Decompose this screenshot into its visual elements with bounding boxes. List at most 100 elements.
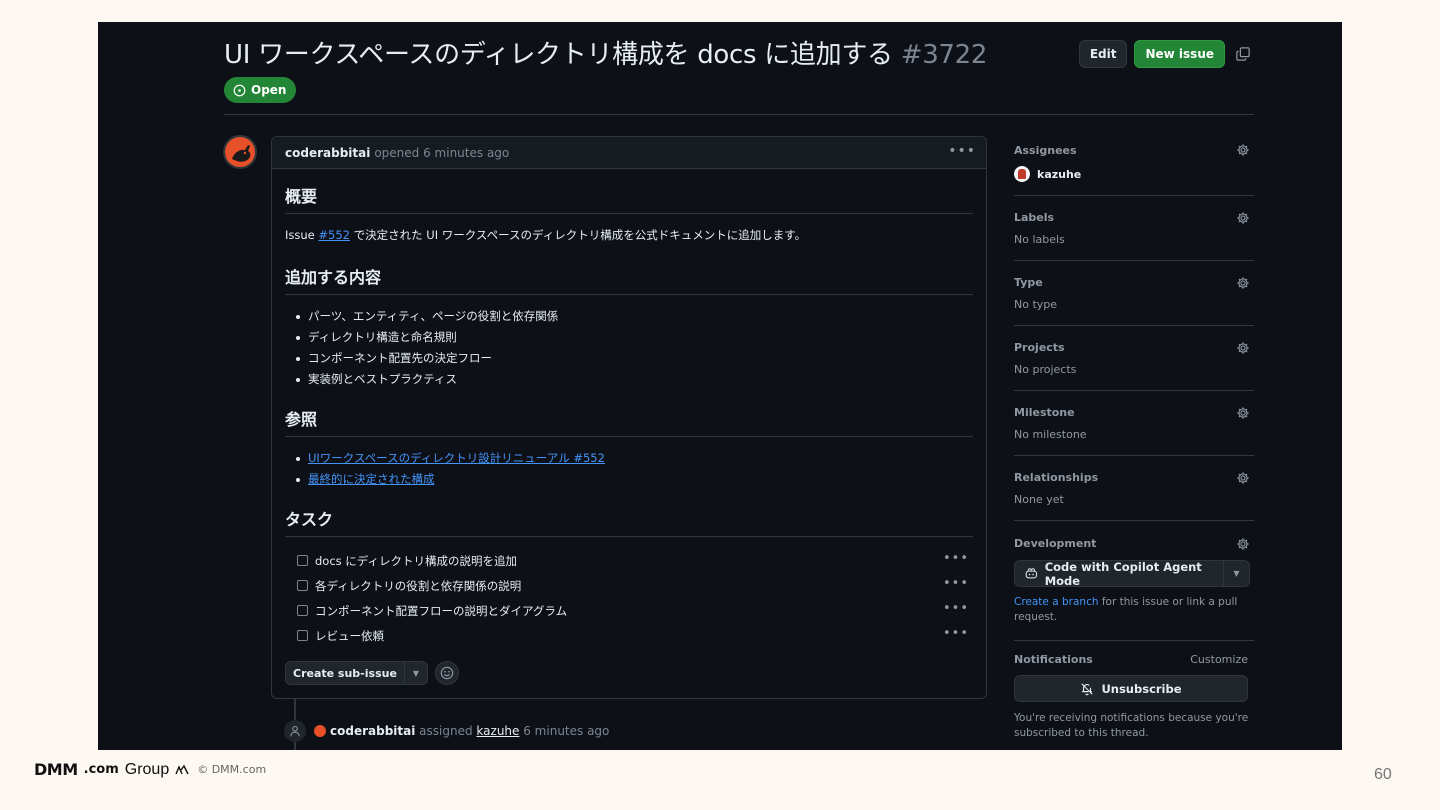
assignees-label: Assignees	[1014, 144, 1077, 157]
projects-label: Projects	[1014, 341, 1065, 354]
bell-slash-icon	[1081, 682, 1094, 695]
projects-value: No projects	[1014, 363, 1077, 376]
development-note: Create a branch for this issue or link a…	[1014, 595, 1254, 625]
list-item: 実装例とベストプラクティス	[285, 369, 973, 390]
issue-header: UI ワークスペースのディレクトリ構成を docs に追加する #3722 Ed…	[224, 38, 1254, 78]
copy-link-icon[interactable]	[1232, 43, 1254, 65]
summary-paragraph: Issue #552 で決定された UI ワークスペースのディレクトリ構成を公式…	[285, 227, 973, 243]
issue-title-text: UI ワークスペースのディレクトリ構成を docs に追加する	[224, 40, 893, 70]
reference-link-final[interactable]: 最終的に決定された構成	[308, 472, 435, 486]
reference-list: UIワークスペースのディレクトリ設計リニューアル #552 最終的に決定された構…	[285, 448, 973, 490]
summary-heading: 概要	[285, 183, 973, 214]
type-label: Type	[1014, 276, 1043, 289]
sidebar-development: Development Code with Copilot Agent Mode…	[1014, 521, 1254, 641]
summary-suffix: で決定された UI ワークスペースのディレクトリ構成を公式ドキュメントに追加しま…	[350, 228, 807, 242]
person-icon	[284, 720, 306, 742]
comment-actions: Create sub-issue ▼	[285, 661, 459, 685]
copilot-split-button: Code with Copilot Agent Mode ▼	[1014, 559, 1250, 588]
task-item: docs にディレクトリ構成の説明を追加 •••	[285, 548, 973, 573]
create-sub-issue-split-button: Create sub-issue ▼	[285, 661, 428, 685]
logo-com: .com	[83, 762, 119, 777]
status-badge: Open	[224, 77, 297, 103]
type-value: No type	[1014, 298, 1058, 311]
summary-prefix: Issue	[285, 228, 319, 242]
task-options-icon[interactable]: •••	[943, 551, 969, 566]
add-reaction-button[interactable]	[434, 661, 459, 685]
gear-icon[interactable]	[1236, 471, 1250, 485]
reference-heading: 参照	[285, 406, 973, 437]
assignee-avatar	[1014, 166, 1030, 182]
task-checkbox[interactable]	[297, 605, 308, 616]
event-text: coderabbitai assigned kazuhe 6 minutes a…	[314, 724, 609, 738]
new-issue-button[interactable]: New issue	[1134, 40, 1225, 68]
reference-link-552[interactable]: UIワークスペースのディレクトリ設計リニューアル #552	[308, 451, 605, 465]
gear-icon[interactable]	[1236, 537, 1250, 551]
gear-icon[interactable]	[1236, 341, 1250, 355]
gear-icon[interactable]	[1236, 211, 1250, 225]
task-options-icon[interactable]: •••	[943, 576, 969, 591]
header-actions: Edit New issue	[1078, 40, 1254, 68]
issue-number: #3722	[900, 40, 988, 70]
comment-author[interactable]: coderabbitai	[285, 146, 370, 160]
sidebar-relationships: Relationships None yet	[1014, 456, 1254, 521]
comment-meta: opened 6 minutes ago	[374, 145, 510, 160]
gear-icon[interactable]	[1236, 143, 1250, 157]
status-label: Open	[251, 83, 287, 97]
task-options-icon[interactable]: •••	[943, 601, 969, 616]
list-item: コンポーネント配置先の決定フロー	[285, 348, 973, 369]
sidebar-projects: Projects No projects	[1014, 326, 1254, 391]
copilot-button-label: Code with Copilot Agent Mode	[1044, 559, 1202, 588]
logo-group: Group	[124, 760, 170, 778]
timeline-event: coderabbitai assigned kazuhe 6 minutes a…	[284, 720, 609, 742]
sidebar-assignees: Assignees kazuhe	[1014, 135, 1254, 196]
task-label: docs にディレクトリ構成の説明を追加	[315, 553, 517, 568]
task-heading: タスク	[285, 506, 973, 537]
author-avatar[interactable]	[223, 135, 257, 169]
list-item: パーツ、エンティティ、ページの役割と依存関係	[285, 306, 973, 327]
more-options-icon[interactable]: •••	[948, 143, 976, 159]
task-checkbox[interactable]	[297, 580, 308, 591]
milestone-value: No milestone	[1014, 428, 1087, 441]
create-sub-issue-button[interactable]: Create sub-issue	[286, 662, 405, 684]
customize-link[interactable]: Customize	[1190, 653, 1248, 666]
comment-body: 概要 Issue #552 で決定された UI ワークスペースのディレクトリ構成…	[272, 183, 986, 648]
gear-icon[interactable]	[1236, 406, 1250, 420]
sidebar-labels: Labels No labels	[1014, 196, 1254, 261]
task-label: レビュー依頼	[315, 628, 384, 643]
task-list: docs にディレクトリ構成の説明を追加 ••• 各ディレクトリの役割と依存関係の…	[285, 548, 973, 648]
gear-icon[interactable]	[1236, 276, 1250, 290]
issue-comment: coderabbitai opened 6 minutes ago ••• 概要…	[271, 136, 987, 699]
sidebar-notifications: Notifications Customize Unsubscribe You'…	[1014, 641, 1254, 741]
chevron-down-icon[interactable]: ▼	[1224, 561, 1249, 586]
task-options-icon[interactable]: •••	[943, 626, 969, 641]
sidebar-type: Type No type	[1014, 261, 1254, 326]
logo-dmm: DMM	[34, 760, 78, 779]
unsubscribe-button[interactable]: Unsubscribe	[1014, 675, 1248, 702]
issue-sidebar: Assignees kazuhe Labels No labels Type N…	[1014, 135, 1254, 741]
header-divider	[224, 114, 1254, 115]
unsubscribe-label: Unsubscribe	[1101, 681, 1182, 696]
event-actor[interactable]: coderabbitai	[330, 724, 415, 738]
code-with-copilot-button[interactable]: Code with Copilot Agent Mode	[1015, 559, 1224, 588]
issue-title: UI ワークスペースのディレクトリ構成を docs に追加する #3722	[224, 38, 987, 72]
development-label: Development	[1014, 537, 1097, 550]
page-number: 60	[1374, 766, 1392, 783]
chevron-down-icon[interactable]: ▼	[405, 662, 427, 684]
assignee-item[interactable]: kazuhe	[1014, 166, 1254, 182]
comment-header: coderabbitai opened 6 minutes ago •••	[272, 137, 986, 169]
event-action: assigned	[419, 724, 473, 738]
edit-button[interactable]: Edit	[1078, 40, 1128, 68]
list-item: UIワークスペースのディレクトリ設計リニューアル #552	[285, 448, 973, 469]
copilot-icon	[1025, 568, 1038, 579]
create-branch-link[interactable]: Create a branch	[1014, 596, 1099, 608]
issue-open-icon	[233, 84, 246, 96]
relationships-label: Relationships	[1014, 471, 1099, 484]
assignee-name: kazuhe	[1037, 167, 1082, 181]
sidebar-milestone: Milestone No milestone	[1014, 391, 1254, 456]
issue-552-link[interactable]: #552	[318, 228, 350, 242]
task-checkbox[interactable]	[297, 555, 308, 566]
event-assignee[interactable]: kazuhe	[476, 724, 519, 738]
task-label: コンポーネント配置フローの説明とダイアグラム	[315, 603, 568, 618]
task-checkbox[interactable]	[297, 630, 308, 641]
notifications-note: You're receiving notifications because y…	[1014, 712, 1249, 739]
